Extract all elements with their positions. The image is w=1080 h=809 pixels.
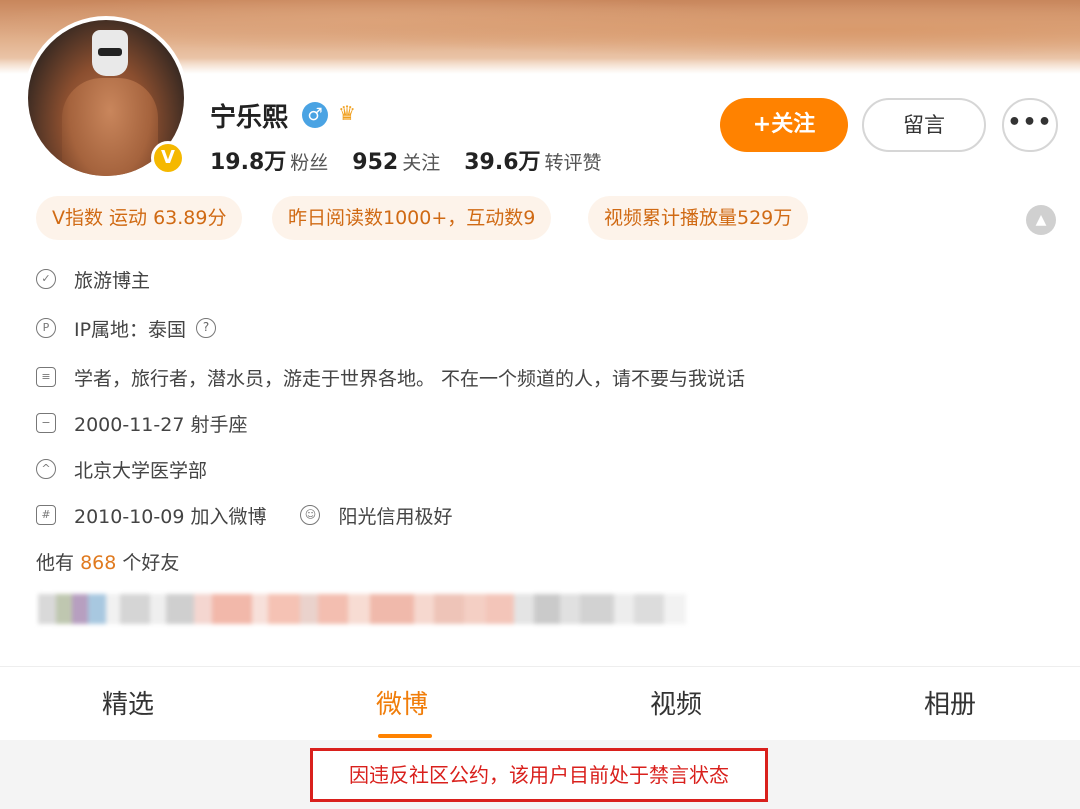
tab-weibo[interactable]: 微博 xyxy=(376,684,428,721)
tab-video[interactable]: 视频 xyxy=(650,684,702,721)
info-row-role: ✓ 旅游博主 xyxy=(36,265,150,293)
profile-name: 宁乐熙 xyxy=(210,103,289,133)
stat-followers[interactable]: 19.8万 粉丝 xyxy=(210,150,328,175)
avatar-masked-face xyxy=(92,30,128,76)
active-tab-indicator xyxy=(378,734,432,738)
info-joined-text: 2010-10-09 加入微博 xyxy=(74,505,267,528)
info-bio-text: 学者，旅行者，潜水员，游走于世界各地。 不在一个频道的人，请不要与我说话 xyxy=(74,367,746,390)
chevron-up-icon[interactable]: ▲ xyxy=(1026,205,1056,235)
verified-badge-icon: V xyxy=(151,141,185,175)
blurred-friend-avatars xyxy=(38,594,732,624)
tag-reads[interactable]: 昨日阅读数1000+，互动数9 xyxy=(272,196,552,240)
calendar-icon: − xyxy=(36,413,56,433)
tab-featured[interactable]: 精选 xyxy=(102,684,154,721)
shield-check-icon: ✓ xyxy=(36,269,56,289)
info-row-ip: P IP属地：泰国 ? xyxy=(36,314,217,342)
info-school-text: 北京大学医学部 xyxy=(74,459,208,482)
stat-label: 关注 xyxy=(402,152,441,174)
avatar-figure xyxy=(62,78,158,176)
ip-pin-icon: P xyxy=(36,318,56,338)
tag-video-plays[interactable]: 视频累计播放量529万 xyxy=(588,196,809,240)
section-divider xyxy=(0,666,1080,667)
more-options-button[interactable]: ••• xyxy=(1002,98,1058,152)
male-gender-icon: ♂ xyxy=(302,102,328,128)
calendar-grid-icon: # xyxy=(36,505,56,525)
friends-prefix: 他有 xyxy=(36,552,75,574)
help-question-icon[interactable]: ? xyxy=(196,318,217,338)
info-row-school: ^ 北京大学医学部 xyxy=(36,455,207,483)
info-row-birthday: − 2000-11-27 射手座 xyxy=(36,409,247,437)
follow-button[interactable]: +关注 xyxy=(720,98,848,152)
document-icon: ≡ xyxy=(36,367,56,387)
info-row-joined: # 2010-10-09 加入微博 ☺ 阳光信用极好 xyxy=(36,501,452,529)
stat-interactions[interactable]: 39.6万 转评赞 xyxy=(464,150,601,175)
vip-crown-icon[interactable]: ♛ xyxy=(334,100,360,126)
tag-v-index[interactable]: V指数 运动 63.89分 xyxy=(36,196,243,240)
stat-label: 粉丝 xyxy=(290,152,329,174)
stat-value: 19.8万 xyxy=(210,150,287,175)
info-role-text: 旅游博主 xyxy=(74,269,151,292)
sunshine-credit-icon: ☺ xyxy=(300,505,321,525)
info-ip-text: IP属地：泰国 xyxy=(74,318,187,341)
friends-suffix: 个好友 xyxy=(122,552,180,574)
graduation-cap-icon: ^ xyxy=(36,459,56,479)
message-button[interactable]: 留言 xyxy=(862,98,986,152)
profile-stats: 19.8万 粉丝 952 关注 39.6万 转评赞 xyxy=(210,144,602,176)
stat-value: 952 xyxy=(352,150,399,175)
stat-value: 39.6万 xyxy=(464,150,541,175)
friends-count: 868 xyxy=(80,552,117,574)
stat-label: 转评赞 xyxy=(544,152,602,174)
info-row-bio: ≡ 学者，旅行者，潜水员，游走于世界各地。 不在一个频道的人，请不要与我说话 xyxy=(36,363,745,391)
friends-summary[interactable]: 他有 868 个好友 xyxy=(36,548,179,575)
info-credit-text[interactable]: 阳光信用极好 xyxy=(338,502,452,529)
ban-notice: 因违反社区公约，该用户目前处于禁言状态 xyxy=(310,748,768,802)
tab-album[interactable]: 相册 xyxy=(924,684,976,721)
stat-following[interactable]: 952 关注 xyxy=(352,150,440,175)
info-birthday-text: 2000-11-27 射手座 xyxy=(74,413,248,436)
